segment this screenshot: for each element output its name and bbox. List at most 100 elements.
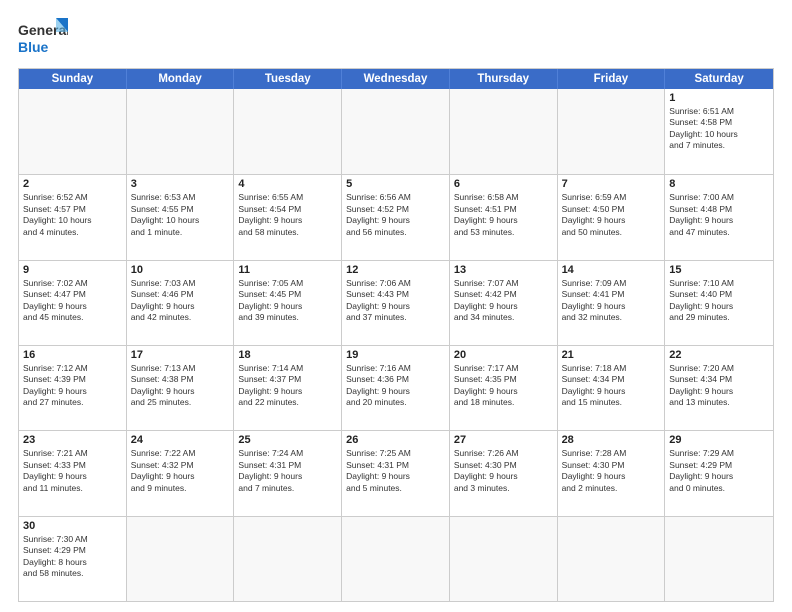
empty-cell: [234, 89, 342, 174]
day-number-27: 27: [454, 434, 553, 446]
day-number-13: 13: [454, 264, 553, 276]
day-info-23: Sunrise: 7:21 AM Sunset: 4:33 PM Dayligh…: [23, 448, 122, 494]
day-25: 25 Sunrise: 7:24 AM Sunset: 4:31 PM Dayli…: [234, 431, 342, 515]
day-number-10: 10: [131, 264, 230, 276]
empty-cell: [127, 89, 235, 174]
logo-svg: General Blue: [18, 18, 68, 60]
empty-cell: [665, 517, 773, 601]
day-18: 18 Sunrise: 7:14 AM Sunset: 4:37 PM Dayli…: [234, 346, 342, 430]
day-number-21: 21: [562, 349, 661, 361]
day-17: 17Sunrise: 7:13 AM Sunset: 4:38 PM Dayli…: [127, 346, 235, 430]
week-row-4: 16 Sunrise: 7:12 AM Sunset: 4:39 PM Dayli…: [19, 345, 773, 430]
day-number-23: 23: [23, 434, 122, 446]
day-21: 21 Sunrise: 7:18 AM Sunset: 4:34 PM Dayli…: [558, 346, 666, 430]
day-number-20: 20: [454, 349, 553, 361]
day-info-22: Sunrise: 7:20 AM Sunset: 4:34 PM Dayligh…: [669, 363, 769, 409]
day-info-15: Sunrise: 7:10 AM Sunset: 4:40 PM Dayligh…: [669, 278, 769, 324]
day-info-1: Sunrise: 6:51 AM Sunset: 4:58 PM Dayligh…: [669, 106, 769, 152]
calendar-header: SundayMondayTuesdayWednesdayThursdayFrid…: [19, 69, 773, 89]
day-10: 10 Sunrise: 7:03 AM Sunset: 4:46 PM Dayli…: [127, 261, 235, 345]
empty-cell: [127, 517, 235, 601]
day-number-30: 30: [23, 520, 122, 532]
header-tuesday: Tuesday: [234, 69, 342, 89]
empty-cell: [342, 517, 450, 601]
empty-cell: [234, 517, 342, 601]
day-info-11: Sunrise: 7:05 AM Sunset: 4:45 PM Dayligh…: [238, 278, 337, 324]
day-4: 4 Sunrise: 6:55 AM Sunset: 4:54 PM Daylig…: [234, 175, 342, 259]
day-info-9: Sunrise: 7:02 AM Sunset: 4:47 PM Dayligh…: [23, 278, 122, 324]
day-info-17: Sunrise: 7:13 AM Sunset: 4:38 PM Dayligh…: [131, 363, 230, 409]
svg-text:Blue: Blue: [18, 39, 49, 55]
day-info-26: Sunrise: 7:25 AM Sunset: 4:31 PM Dayligh…: [346, 448, 445, 494]
day-number-5: 5: [346, 178, 445, 190]
header: General Blue: [18, 18, 774, 60]
day-23: 23 Sunrise: 7:21 AM Sunset: 4:33 PM Dayli…: [19, 431, 127, 515]
day-number-19: 19: [346, 349, 445, 361]
day-info-16: Sunrise: 7:12 AM Sunset: 4:39 PM Dayligh…: [23, 363, 122, 409]
day-info-2: Sunrise: 6:52 AM Sunset: 4:57 PM Dayligh…: [23, 192, 122, 238]
week-row-3: 9 Sunrise: 7:02 AM Sunset: 4:47 PM Daylig…: [19, 260, 773, 345]
day-number-14: 14: [562, 264, 661, 276]
day-info-5: Sunrise: 6:56 AM Sunset: 4:52 PM Dayligh…: [346, 192, 445, 238]
empty-cell: [342, 89, 450, 174]
header-sunday: Sunday: [19, 69, 127, 89]
day-info-20: Sunrise: 7:17 AM Sunset: 4:35 PM Dayligh…: [454, 363, 553, 409]
day-number-12: 12: [346, 264, 445, 276]
day-info-25: Sunrise: 7:24 AM Sunset: 4:31 PM Dayligh…: [238, 448, 337, 494]
day-number-29: 29: [669, 434, 769, 446]
day-info-27: Sunrise: 7:26 AM Sunset: 4:30 PM Dayligh…: [454, 448, 553, 494]
day-number-6: 6: [454, 178, 553, 190]
day-number-7: 7: [562, 178, 661, 190]
page: General Blue SundayMondayTuesdayWednesda…: [0, 0, 792, 612]
week-row-2: 2 Sunrise: 6:52 AM Sunset: 4:57 PM Daylig…: [19, 174, 773, 259]
day-16: 16 Sunrise: 7:12 AM Sunset: 4:39 PM Dayli…: [19, 346, 127, 430]
day-9: 9 Sunrise: 7:02 AM Sunset: 4:47 PM Daylig…: [19, 261, 127, 345]
day-info-10: Sunrise: 7:03 AM Sunset: 4:46 PM Dayligh…: [131, 278, 230, 324]
day-2: 2 Sunrise: 6:52 AM Sunset: 4:57 PM Daylig…: [19, 175, 127, 259]
day-6: 6 Sunrise: 6:58 AM Sunset: 4:51 PM Daylig…: [450, 175, 558, 259]
day-info-3: Sunrise: 6:53 AM Sunset: 4:55 PM Dayligh…: [131, 192, 230, 238]
day-28: 28 Sunrise: 7:28 AM Sunset: 4:30 PM Dayli…: [558, 431, 666, 515]
day-info-21: Sunrise: 7:18 AM Sunset: 4:34 PM Dayligh…: [562, 363, 661, 409]
day-info-24: Sunrise: 7:22 AM Sunset: 4:32 PM Dayligh…: [131, 448, 230, 494]
header-saturday: Saturday: [665, 69, 773, 89]
day-30: 30Sunrise: 7:30 AM Sunset: 4:29 PM Dayli…: [19, 517, 127, 601]
day-info-6: Sunrise: 6:58 AM Sunset: 4:51 PM Dayligh…: [454, 192, 553, 238]
day-info-28: Sunrise: 7:28 AM Sunset: 4:30 PM Dayligh…: [562, 448, 661, 494]
header-wednesday: Wednesday: [342, 69, 450, 89]
day-number-4: 4: [238, 178, 337, 190]
day-number-18: 18: [238, 349, 337, 361]
empty-cell: [450, 517, 558, 601]
day-26: 26Sunrise: 7:25 AM Sunset: 4:31 PM Dayli…: [342, 431, 450, 515]
day-11: 11 Sunrise: 7:05 AM Sunset: 4:45 PM Dayli…: [234, 261, 342, 345]
day-8: 8Sunrise: 7:00 AM Sunset: 4:48 PM Daylig…: [665, 175, 773, 259]
day-info-13: Sunrise: 7:07 AM Sunset: 4:42 PM Dayligh…: [454, 278, 553, 324]
day-info-4: Sunrise: 6:55 AM Sunset: 4:54 PM Dayligh…: [238, 192, 337, 238]
logo: General Blue: [18, 18, 68, 60]
week-row-6: 30Sunrise: 7:30 AM Sunset: 4:29 PM Dayli…: [19, 516, 773, 601]
day-number-25: 25: [238, 434, 337, 446]
day-19: 19 Sunrise: 7:16 AM Sunset: 4:36 PM Dayli…: [342, 346, 450, 430]
empty-cell: [558, 517, 666, 601]
day-info-14: Sunrise: 7:09 AM Sunset: 4:41 PM Dayligh…: [562, 278, 661, 324]
day-number-16: 16: [23, 349, 122, 361]
day-info-19: Sunrise: 7:16 AM Sunset: 4:36 PM Dayligh…: [346, 363, 445, 409]
day-number-11: 11: [238, 264, 337, 276]
week-row-1: 1Sunrise: 6:51 AM Sunset: 4:58 PM Daylig…: [19, 89, 773, 174]
day-29: 29Sunrise: 7:29 AM Sunset: 4:29 PM Dayli…: [665, 431, 773, 515]
day-number-2: 2: [23, 178, 122, 190]
empty-cell: [558, 89, 666, 174]
day-27: 27 Sunrise: 7:26 AM Sunset: 4:30 PM Dayli…: [450, 431, 558, 515]
day-info-7: Sunrise: 6:59 AM Sunset: 4:50 PM Dayligh…: [562, 192, 661, 238]
day-7: 7 Sunrise: 6:59 AM Sunset: 4:50 PM Daylig…: [558, 175, 666, 259]
day-20: 20 Sunrise: 7:17 AM Sunset: 4:35 PM Dayli…: [450, 346, 558, 430]
day-14: 14 Sunrise: 7:09 AM Sunset: 4:41 PM Dayli…: [558, 261, 666, 345]
week-row-5: 23 Sunrise: 7:21 AM Sunset: 4:33 PM Dayli…: [19, 430, 773, 515]
day-number-28: 28: [562, 434, 661, 446]
day-number-9: 9: [23, 264, 122, 276]
day-number-3: 3: [131, 178, 230, 190]
day-info-18: Sunrise: 7:14 AM Sunset: 4:37 PM Dayligh…: [238, 363, 337, 409]
day-12: 12Sunrise: 7:06 AM Sunset: 4:43 PM Dayli…: [342, 261, 450, 345]
day-number-15: 15: [669, 264, 769, 276]
day-5: 5 Sunrise: 6:56 AM Sunset: 4:52 PM Daylig…: [342, 175, 450, 259]
